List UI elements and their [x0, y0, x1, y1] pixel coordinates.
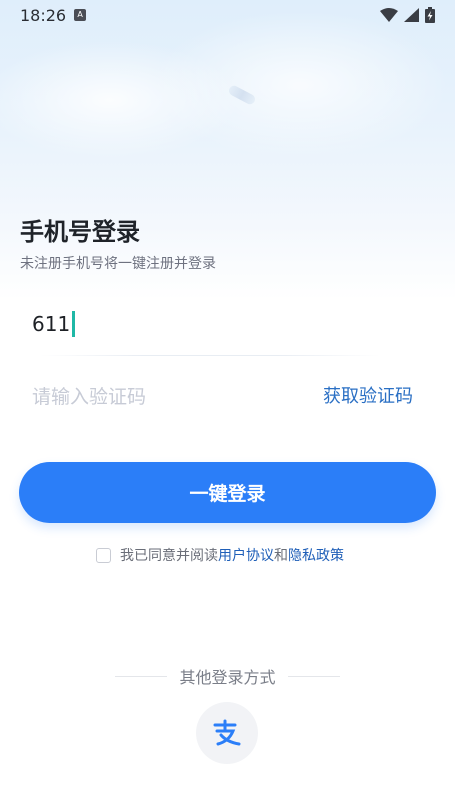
privacy-policy-link[interactable]: 隐私政策	[288, 545, 344, 565]
user-agreement-link[interactable]: 用户协议	[218, 545, 274, 565]
alipay-login-button[interactable]	[196, 702, 258, 764]
wifi-icon	[380, 8, 398, 22]
login-button[interactable]: 一键登录	[19, 462, 436, 523]
login-button-label: 一键登录	[189, 483, 266, 505]
divider-left	[115, 675, 168, 677]
status-time: 18:26	[20, 5, 67, 25]
a-letter-icon: A	[74, 9, 87, 21]
field-divider	[40, 355, 380, 356]
cloud-decoration	[150, 10, 450, 160]
agreement-prefix: 我已同意并阅读	[120, 548, 218, 564]
status-right	[380, 7, 435, 23]
agreement-checkbox[interactable]	[96, 547, 111, 563]
get-code-button[interactable]: 获取验证码	[323, 382, 413, 408]
page-title: 手机号登录	[20, 218, 140, 246]
agreement-row: 我已同意并阅读 用户协议 和 隐私政策	[96, 545, 344, 565]
code-field[interactable]: 请输入验证码 获取验证码	[20, 372, 435, 416]
other-login-header: 其他登录方式	[0, 664, 455, 688]
status-bar: 18:26 A	[0, 0, 455, 30]
text-cursor	[72, 311, 76, 337]
battery-charging-icon	[425, 7, 435, 23]
agreement-and: 和	[274, 548, 288, 564]
phone-field[interactable]: 611	[20, 298, 435, 354]
signal-icon	[404, 8, 419, 22]
other-login-label: 其他登录方式	[179, 668, 276, 687]
page-subtitle: 未注册手机号将一键注册并登录	[20, 256, 216, 272]
code-input[interactable]: 请输入验证码	[32, 382, 146, 409]
divider-right	[287, 675, 340, 677]
phone-input-value: 611	[32, 312, 71, 336]
phone-input[interactable]: 611	[32, 311, 76, 337]
status-left: 18:26 A	[20, 5, 87, 25]
alipay-icon	[213, 719, 241, 746]
